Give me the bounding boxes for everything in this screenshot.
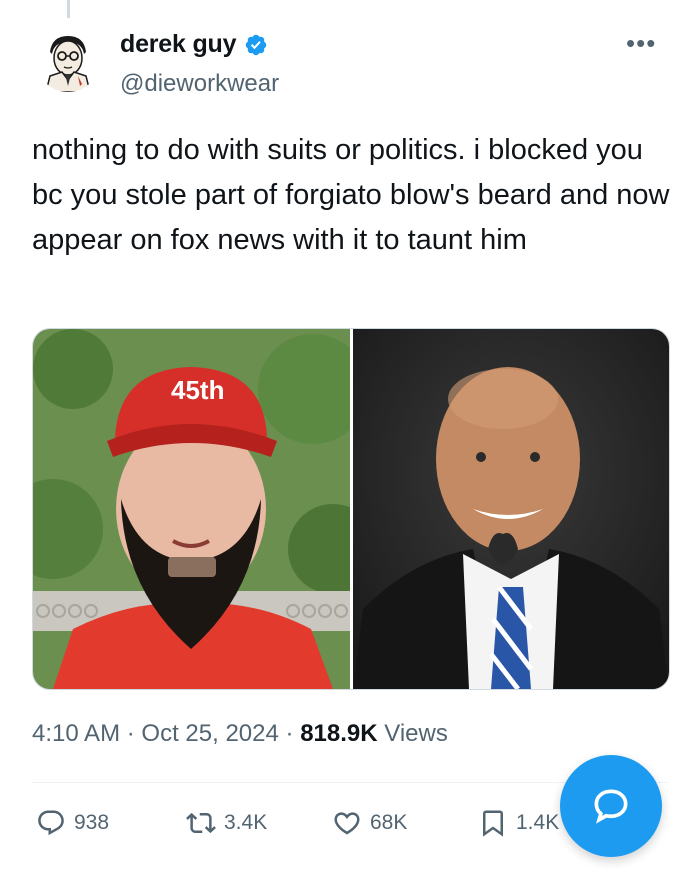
photo-bald-man-suit-icon bbox=[353, 329, 669, 689]
heart-icon bbox=[334, 812, 360, 835]
compose-reply-fab[interactable] bbox=[560, 755, 662, 857]
illustrated-man-avatar-icon bbox=[36, 28, 100, 92]
bookmark-button[interactable]: 1.4K bbox=[478, 808, 559, 838]
meta-separator: · bbox=[285, 720, 294, 747]
chat-bubble-icon bbox=[594, 789, 628, 824]
tweet-media[interactable]: 45th bbox=[32, 328, 670, 690]
bookmark-count: 1.4K bbox=[516, 811, 560, 834]
media-photo-left[interactable]: 45th bbox=[33, 329, 350, 689]
author-name-row[interactable]: derek guy bbox=[120, 30, 268, 59]
thread-connector-line bbox=[67, 0, 70, 18]
views-label: Views bbox=[384, 720, 448, 747]
reply-button[interactable]: 938 bbox=[36, 808, 109, 838]
reply-count: 938 bbox=[74, 811, 110, 834]
reply-icon bbox=[38, 810, 64, 836]
repost-icon bbox=[186, 812, 216, 834]
tweet-date[interactable]: Oct 25, 2024 bbox=[141, 720, 278, 747]
meta-separator: · bbox=[126, 720, 135, 747]
tweet-text: nothing to do with suits or politics. i … bbox=[32, 134, 678, 256]
author-handle[interactable]: @dieworkwear bbox=[120, 70, 279, 98]
cap-text: 45th bbox=[171, 375, 224, 405]
repost-count: 3.4K bbox=[224, 811, 268, 834]
author-avatar[interactable] bbox=[36, 28, 100, 92]
more-options-icon[interactable]: ••• bbox=[626, 28, 656, 59]
tweet-time[interactable]: 4:10 AM bbox=[32, 720, 120, 747]
tweet-meta: 4:10 AM · Oct 25, 2024 · 818.9K Views bbox=[32, 720, 448, 748]
author-name[interactable]: derek guy bbox=[120, 30, 237, 59]
media-photo-right[interactable] bbox=[353, 329, 669, 689]
bookmark-icon bbox=[483, 810, 503, 837]
views-count: 818.9K bbox=[300, 720, 378, 747]
repost-button[interactable]: 3.4K bbox=[186, 808, 267, 838]
photo-man-red-cap-icon: 45th bbox=[33, 329, 350, 689]
like-button[interactable]: 68K bbox=[332, 808, 407, 838]
like-count: 68K bbox=[370, 811, 408, 834]
verified-badge-icon bbox=[246, 34, 267, 55]
